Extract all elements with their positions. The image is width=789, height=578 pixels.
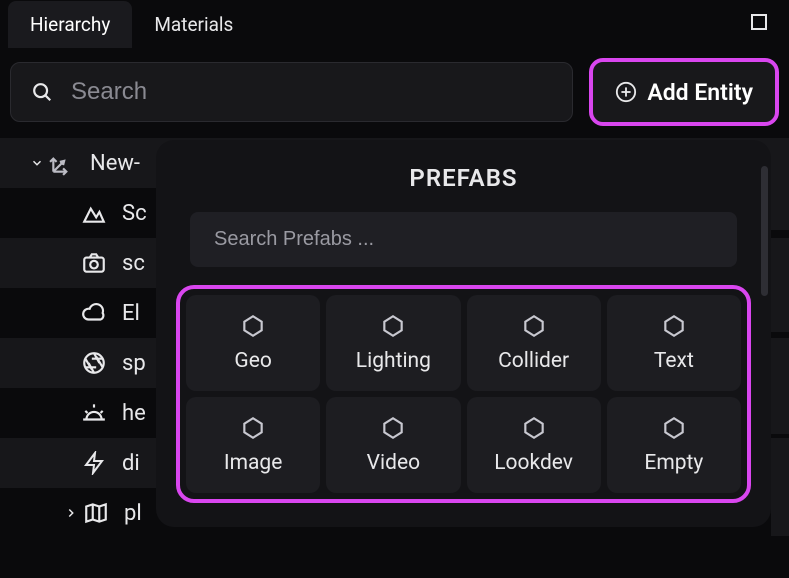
hexagon-icon	[380, 313, 406, 339]
sunrise-icon	[80, 400, 108, 426]
hexagon-icon	[240, 313, 266, 339]
chevron-right-icon[interactable]	[60, 506, 82, 520]
prefabs-grid-highlight: Geo Lighting Collider Text Image Video	[176, 285, 751, 503]
prefab-label: Collider	[498, 349, 569, 373]
add-entity-label: Add Entity	[647, 79, 753, 106]
aperture-icon	[80, 350, 108, 376]
transform-icon	[48, 150, 76, 176]
row-stripe	[771, 180, 789, 230]
camera-icon	[80, 250, 108, 276]
tree-row-label: sc	[122, 251, 145, 276]
search-icon	[31, 81, 53, 103]
prefab-text[interactable]: Text	[607, 295, 741, 391]
row-stripe	[771, 282, 789, 332]
prefab-label: Empty	[644, 451, 703, 475]
prefab-empty[interactable]: Empty	[607, 397, 741, 493]
prefabs-search-input[interactable]	[214, 228, 713, 251]
prefab-geo[interactable]: Geo	[186, 295, 320, 391]
hexagon-icon	[521, 313, 547, 339]
mountain-icon	[80, 200, 108, 226]
prefab-label: Lighting	[356, 349, 431, 373]
hexagon-icon	[380, 415, 406, 441]
prefab-label: Lookdev	[494, 451, 573, 475]
tree-row-label: sp	[122, 351, 146, 376]
tree-row-label: Sc	[122, 201, 147, 226]
prefab-label: Image	[224, 451, 282, 475]
prefabs-popup: PREFABS Geo Lighting Collider Text	[156, 140, 771, 527]
prefab-label: Video	[367, 451, 420, 475]
hexagon-icon	[240, 415, 266, 441]
tree-row-label: pl	[124, 501, 142, 526]
tab-hierarchy[interactable]: Hierarchy	[8, 1, 132, 48]
prefabs-search[interactable]	[190, 212, 737, 267]
tree-row-label: El	[122, 301, 140, 326]
prefab-label: Text	[654, 349, 694, 373]
tab-materials[interactable]: Materials	[132, 1, 255, 48]
chevron-down-icon[interactable]	[26, 156, 48, 170]
scrollbar[interactable]	[761, 166, 768, 296]
hexagon-icon	[661, 313, 687, 339]
lightning-icon	[80, 451, 108, 475]
prefab-label: Geo	[234, 349, 271, 373]
search-input[interactable]	[71, 78, 552, 106]
toolbar: Add Entity	[0, 48, 789, 136]
prefab-video[interactable]: Video	[326, 397, 460, 493]
prefab-collider[interactable]: Collider	[467, 295, 601, 391]
cloud-icon	[80, 300, 108, 326]
search-box[interactable]	[10, 62, 573, 122]
add-entity-button[interactable]: Add Entity	[589, 58, 779, 126]
row-stripe	[771, 384, 789, 434]
prefabs-grid: Geo Lighting Collider Text Image Video	[186, 295, 741, 493]
prefab-lighting[interactable]: Lighting	[326, 295, 460, 391]
row-stripe	[771, 486, 789, 536]
tab-bar: Hierarchy Materials	[0, 0, 789, 48]
tree-row-label: New-	[90, 151, 140, 176]
tree-row-label: he	[122, 401, 146, 426]
maximize-icon[interactable]	[751, 14, 767, 30]
map-icon	[82, 500, 110, 526]
tree-row-label: di	[122, 451, 140, 476]
plus-circle-icon	[615, 81, 637, 103]
prefab-image[interactable]: Image	[186, 397, 320, 493]
prefabs-title: PREFABS	[176, 164, 751, 192]
hexagon-icon	[521, 415, 547, 441]
hexagon-icon	[661, 415, 687, 441]
prefab-lookdev[interactable]: Lookdev	[467, 397, 601, 493]
